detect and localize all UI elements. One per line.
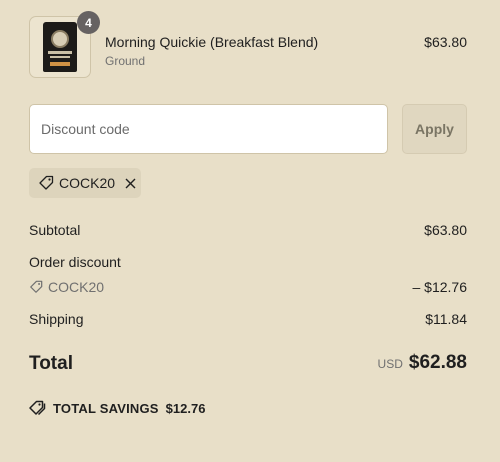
quantity-badge: 4	[77, 11, 100, 34]
product-name: Morning Quickie (Breakfast Blend)	[105, 34, 319, 50]
total-value: $62.88	[408, 352, 467, 373]
discount-code-input[interactable]	[29, 104, 388, 154]
remove-discount-button[interactable]	[123, 176, 137, 190]
savings-tag-icon	[29, 400, 46, 416]
product-price: $63.80	[424, 34, 467, 50]
product-variant: Ground	[105, 54, 146, 68]
total-savings: TOTAL SAVINGS $12.76	[29, 400, 205, 416]
tag-icon	[30, 280, 43, 293]
close-icon	[125, 178, 136, 188]
discount-value: – $12.76	[412, 279, 468, 295]
shipping-label: Shipping	[29, 311, 84, 327]
tag-icon	[39, 175, 54, 190]
applied-code-label: COCK20	[59, 175, 116, 191]
shipping-value: $11.84	[425, 311, 467, 327]
total-label: Total	[29, 353, 73, 374]
apply-button[interactable]: Apply	[402, 104, 467, 154]
coffee-bag-image	[43, 22, 77, 72]
order-discount-label: Order discount	[29, 254, 121, 270]
savings-value: $12.76	[165, 400, 206, 416]
currency-code: USD	[377, 357, 403, 371]
subtotal-value: $63.80	[424, 222, 467, 238]
subtotal-label: Subtotal	[29, 222, 81, 238]
applied-discount-chip: COCK20	[29, 168, 141, 198]
savings-label: TOTAL SAVINGS	[53, 400, 159, 416]
total-row: Total USD $62.88	[29, 352, 467, 378]
discount-code-label: COCK20	[48, 279, 105, 295]
line-item: 4 Morning Quickie (Breakfast Blend) Grou…	[29, 11, 467, 80]
